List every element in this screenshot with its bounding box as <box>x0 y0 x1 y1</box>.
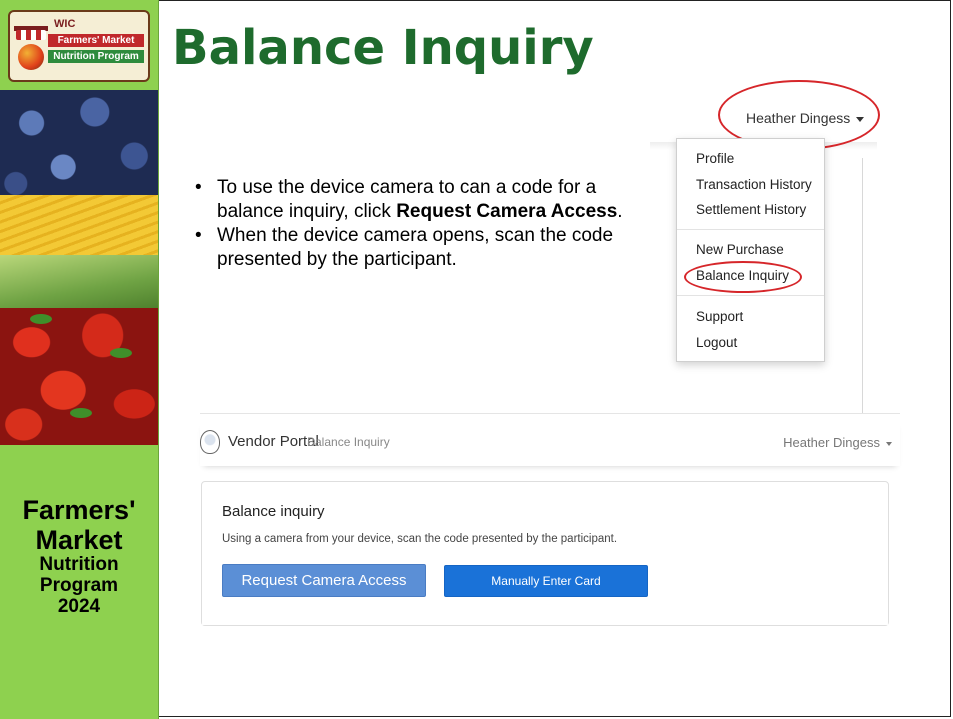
caret-down-icon <box>886 441 892 446</box>
card-description: Using a camera from your device, scan th… <box>222 533 618 545</box>
strawberry-leaf <box>70 408 92 418</box>
corn-husk <box>0 255 158 310</box>
portal-brand[interactable]: Vendor Portal <box>228 433 319 450</box>
portal-user-name: Heather Dingess <box>783 435 880 450</box>
card-title: Balance inquiry <box>222 503 325 520</box>
program-label-line-1: Farmers' <box>22 495 136 525</box>
program-label-line-2: Market <box>35 524 123 555</box>
manually-enter-card-button[interactable]: Manually Enter Card <box>444 565 648 597</box>
vendor-portal-logo-icon[interactable] <box>200 430 220 454</box>
logo-wic-tag: WIC <box>54 18 76 30</box>
logo-line-1: Farmers' Market <box>48 34 144 47</box>
logo-line-2: Nutrition Program <box>48 50 144 63</box>
bullet-1-bold: Request Camera Access <box>396 201 618 222</box>
program-label: Farmers' Market Nutrition Program 2024 <box>0 495 158 618</box>
instruction-list: To use the device camera to can a code f… <box>195 176 655 272</box>
user-dropdown-menu: Profile Transaction History Settlement H… <box>676 138 825 362</box>
balance-inquiry-card: Balance inquiry Using a camera from your… <box>201 481 889 626</box>
card-fade <box>202 615 888 625</box>
menu-item-support[interactable]: Support <box>696 309 743 324</box>
menu-divider <box>677 229 824 230</box>
slide-title: Balance Inquiry <box>172 20 594 76</box>
menu-item-settlement-history[interactable]: Settlement History <box>696 202 806 217</box>
strawberries-photo <box>0 308 158 445</box>
menu-item-logout[interactable]: Logout <box>696 335 737 350</box>
instruction-bullet-1: To use the device camera to can a code f… <box>195 176 655 224</box>
bullet-1-end: . <box>617 201 623 222</box>
sidebar: WIC Farmers' Market Nutrition Program Fa… <box>0 0 159 719</box>
program-label-line-4: Program <box>39 575 119 597</box>
menu-item-transaction-history[interactable]: Transaction History <box>696 177 812 192</box>
breadcrumb: Balance Inquiry <box>307 435 390 449</box>
menu-divider <box>677 295 824 296</box>
portal-user-menu[interactable]: Heather Dingess <box>783 435 892 450</box>
market-awning-icon <box>16 30 46 40</box>
portal-navbar: Vendor Portal Balance Inquiry Heather Di… <box>200 420 900 466</box>
request-camera-access-button[interactable]: Request Camera Access <box>222 564 426 597</box>
fmnp-logo: WIC Farmers' Market Nutrition Program <box>8 10 150 82</box>
section-divider <box>200 413 900 414</box>
strawberry-leaf <box>30 314 52 324</box>
menu-item-profile[interactable]: Profile <box>696 151 734 166</box>
program-label-line-3: Nutrition <box>39 554 119 576</box>
strawberry-leaf <box>110 348 132 358</box>
highlight-balance-ellipse <box>684 261 802 293</box>
screenshot-panel-border <box>862 158 863 413</box>
produce-basket-icon <box>18 44 44 70</box>
corn-photo <box>0 195 158 310</box>
instruction-bullet-2: When the device camera opens, scan the c… <box>195 224 655 272</box>
menu-item-new-purchase[interactable]: New Purchase <box>696 242 784 257</box>
program-year: 2024 <box>57 596 101 618</box>
blueberries-photo <box>0 90 158 200</box>
